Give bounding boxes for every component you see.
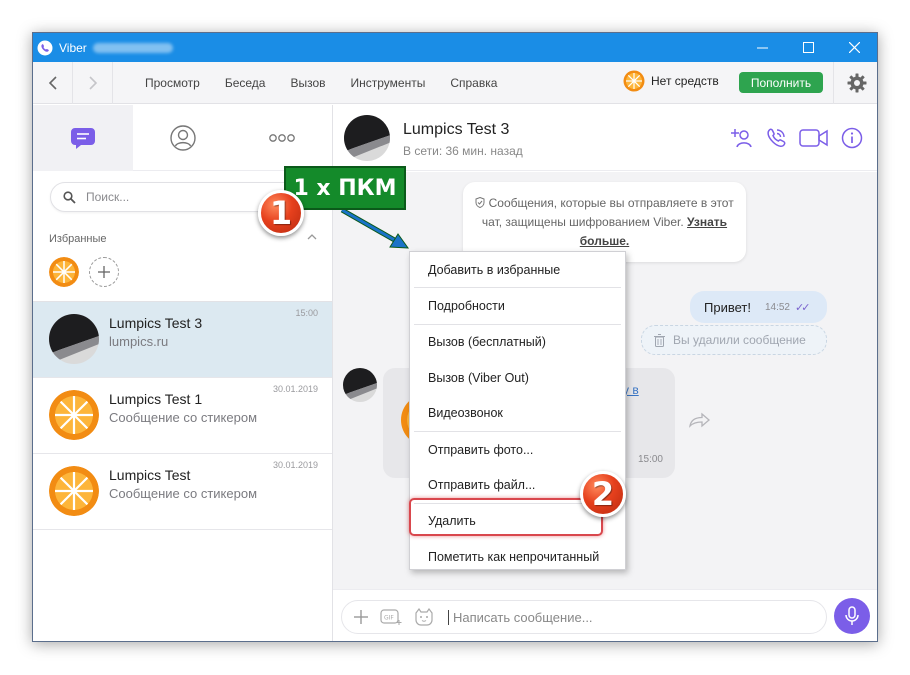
chat-title[interactable]: Lumpics Test 3 bbox=[403, 121, 509, 139]
deleted-message: Вы удалили сообщение bbox=[641, 325, 827, 355]
chat-time: 15:00 bbox=[295, 308, 318, 318]
gear-icon[interactable] bbox=[833, 62, 877, 104]
step1-badge: 1 bbox=[258, 190, 304, 236]
delete-highlight-frame bbox=[409, 498, 603, 536]
chat-status: В сети: 36 мин. назад bbox=[403, 144, 523, 158]
chat-name: Lumpics Test 1 bbox=[109, 391, 203, 407]
app-title: Viber bbox=[59, 40, 87, 55]
menu-tools[interactable]: Инструменты bbox=[351, 76, 426, 90]
info-icon[interactable] bbox=[839, 125, 865, 151]
menu-call[interactable]: Вызов bbox=[290, 76, 325, 90]
chat-list: Lumpics Test 3 lumpics.ru 15:00 Lumpics … bbox=[33, 301, 332, 530]
tab-contacts[interactable] bbox=[133, 105, 233, 171]
tab-chats[interactable] bbox=[33, 105, 133, 171]
ctx-call-free[interactable]: Вызов (бесплатный) bbox=[410, 325, 625, 360]
chat-preview: Сообщение со стикером bbox=[109, 486, 258, 501]
avatar bbox=[49, 390, 99, 440]
menu-help[interactable]: Справка bbox=[450, 76, 497, 90]
avatar bbox=[49, 466, 99, 516]
menu-items: Просмотр Беседа Вызов Инструменты Справк… bbox=[145, 76, 522, 90]
favorites-row bbox=[49, 257, 119, 287]
message-time: 15:00 bbox=[637, 454, 663, 465]
tab-more[interactable] bbox=[232, 105, 332, 171]
favorites-header: Избранные bbox=[49, 233, 107, 245]
shield-icon bbox=[475, 196, 485, 209]
forward-icon[interactable] bbox=[689, 412, 711, 433]
chevron-up-icon[interactable] bbox=[307, 231, 317, 243]
balance[interactable]: Нет средств bbox=[623, 70, 719, 92]
gif-icon[interactable]: GIF bbox=[380, 608, 402, 626]
search-icon bbox=[63, 190, 76, 204]
chat-bubble-icon bbox=[70, 128, 95, 149]
message-text: Привет! bbox=[704, 299, 751, 315]
viber-logo-icon bbox=[37, 40, 53, 55]
chat-list-item[interactable]: Lumpics Test 3 lumpics.ru 15:00 bbox=[33, 302, 332, 378]
contact-icon bbox=[169, 125, 196, 151]
chat-time: 30.01.2019 bbox=[272, 384, 318, 394]
ctx-send-photo[interactable]: Отправить фото... bbox=[410, 432, 625, 467]
chat-time: 30.01.2019 bbox=[272, 460, 318, 470]
double-check-icon: ✓✓ bbox=[795, 301, 811, 314]
outgoing-message[interactable]: Привет! 14:52 ✓✓ bbox=[690, 291, 827, 323]
menubar: Просмотр Беседа Вызов Инструменты Справк… bbox=[33, 61, 877, 104]
avatar[interactable] bbox=[344, 115, 390, 161]
maximize-icon[interactable] bbox=[785, 33, 831, 62]
add-favorite-button[interactable] bbox=[89, 257, 119, 287]
search-placeholder: Поиск... bbox=[86, 190, 130, 204]
ctx-add-favorites[interactable]: Добавить в избранные bbox=[410, 252, 625, 287]
favorite-avatar[interactable] bbox=[49, 257, 79, 287]
trash-icon bbox=[654, 333, 665, 347]
chat-preview: lumpics.ru bbox=[109, 334, 169, 349]
sticker-icon[interactable] bbox=[414, 608, 434, 626]
chat-preview: Сообщение со стикером bbox=[109, 410, 258, 425]
avatar bbox=[49, 314, 99, 364]
composer: GIF Написать сообщение... bbox=[333, 589, 877, 641]
chat-name: Lumpics Test 3 bbox=[109, 315, 203, 331]
microphone-icon[interactable] bbox=[834, 598, 870, 634]
composer-placeholder: Написать сообщение... bbox=[448, 609, 593, 625]
viber-out-orange-icon bbox=[623, 70, 645, 92]
step2-badge: 2 bbox=[580, 471, 626, 517]
ctx-details[interactable]: Подробности bbox=[410, 288, 625, 323]
redacted-phone bbox=[92, 42, 173, 53]
close-icon[interactable] bbox=[831, 33, 877, 62]
plus-icon bbox=[98, 266, 110, 278]
add-participant-icon[interactable] bbox=[729, 125, 755, 151]
ctx-video-call[interactable]: Видеозвонок bbox=[410, 396, 625, 431]
deleted-text: Вы удалили сообщение bbox=[673, 333, 806, 347]
encryption-notice: Сообщения, которые вы отправляете в этот… bbox=[463, 182, 746, 262]
call-icon[interactable] bbox=[763, 125, 789, 151]
sidebar-tabs bbox=[33, 105, 332, 171]
avatar[interactable] bbox=[343, 368, 377, 402]
back-arrow-icon[interactable] bbox=[33, 61, 73, 104]
video-call-icon[interactable] bbox=[799, 125, 829, 151]
menu-conversation[interactable]: Беседа bbox=[225, 76, 266, 90]
svg-text:GIF: GIF bbox=[384, 615, 394, 622]
balance-text: Нет средств bbox=[651, 74, 719, 88]
chat-list-item[interactable]: Lumpics Test 1 Сообщение со стикером 30.… bbox=[33, 378, 332, 454]
titlebar: Viber bbox=[33, 33, 877, 62]
ctx-call-viber-out[interactable]: Вызов (Viber Out) bbox=[410, 360, 625, 395]
ctx-mark-unread[interactable]: Пометить как непрочитанный bbox=[410, 539, 625, 574]
chat-header: Lumpics Test 3 В сети: 36 мин. назад bbox=[333, 105, 877, 171]
chat-list-item[interactable]: Lumpics Test Сообщение со стикером 30.01… bbox=[33, 454, 332, 530]
menu-view[interactable]: Просмотр bbox=[145, 76, 200, 90]
message-time: 14:52 bbox=[764, 301, 790, 313]
forward-arrow-icon[interactable] bbox=[73, 61, 113, 104]
chat-name: Lumpics Test bbox=[109, 467, 191, 483]
plus-icon[interactable] bbox=[354, 610, 368, 624]
topup-button[interactable]: Пополнить bbox=[739, 72, 823, 93]
more-dots-icon bbox=[269, 134, 296, 142]
minimize-icon[interactable] bbox=[739, 33, 785, 62]
message-input[interactable]: GIF Написать сообщение... bbox=[341, 600, 827, 634]
